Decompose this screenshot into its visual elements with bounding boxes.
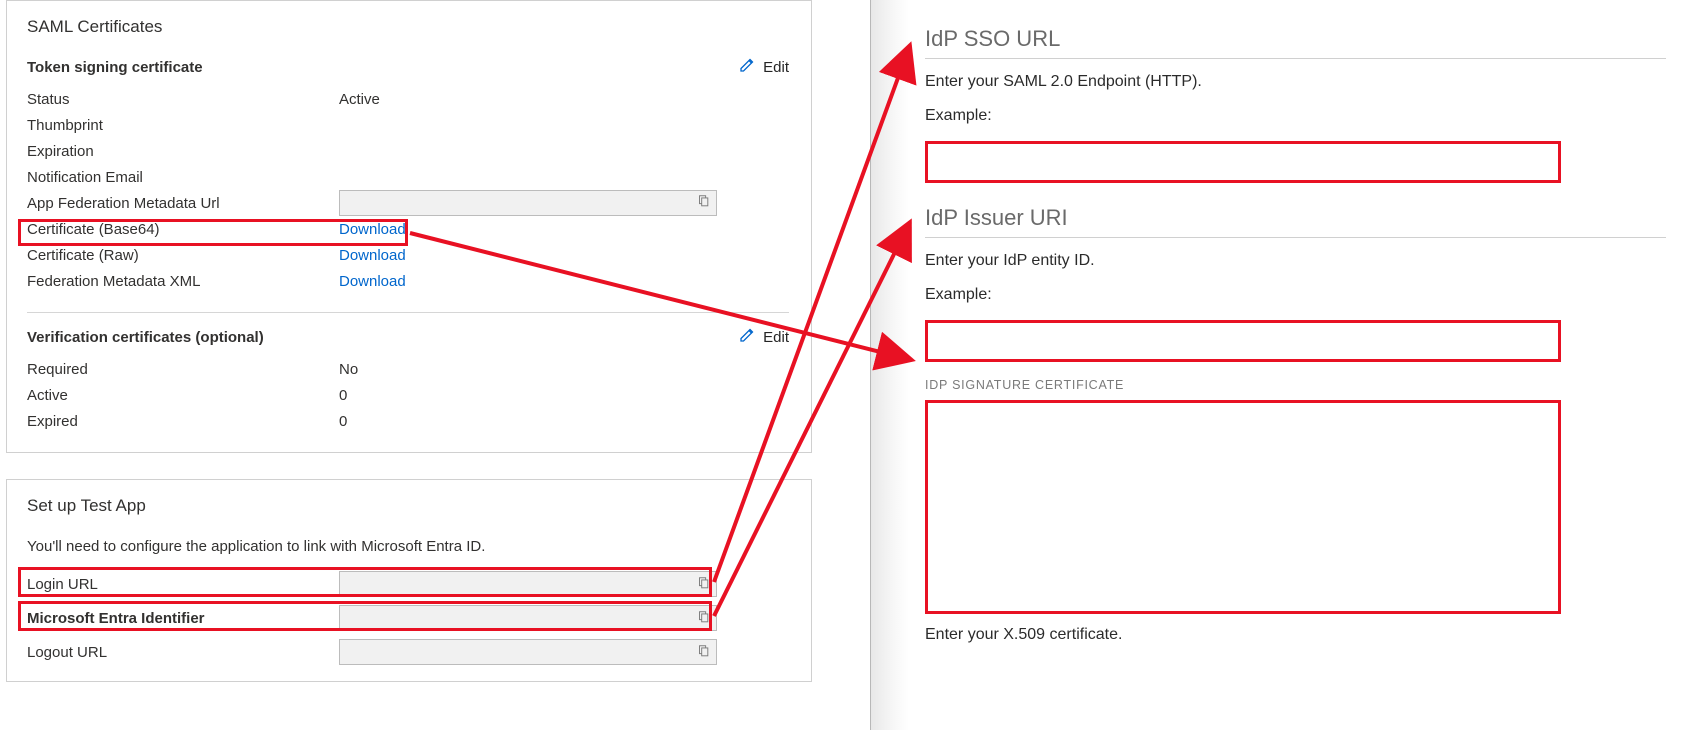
edit-button-verification[interactable]: Edit [739,327,789,347]
copy-icon [696,194,710,212]
divider [925,237,1666,238]
setup-title: Set up Test App [27,496,789,516]
setup-desc: You'll need to configure the application… [27,538,789,555]
idp-signature-cert-label: IDP SIGNATURE CERTIFICATE [925,378,1666,392]
row-login-url: Login URL [27,569,789,599]
row-active: Active 0 [27,382,789,408]
idp-sso-url-desc: Enter your SAML 2.0 Endpoint (HTTP). [925,73,1666,91]
example-label-2: Example: [925,286,1666,304]
login-url-field[interactable] [339,571,717,597]
row-entra-identifier: Microsoft Entra Identifier [27,603,789,633]
active-value: 0 [339,387,789,404]
right-content: IdP SSO URL Enter your SAML 2.0 Endpoint… [925,18,1666,660]
verification-heading: Verification certificates (optional) [27,329,789,346]
verification-section: Verification certificates (optional) Edi… [27,329,789,346]
expired-value: 0 [339,413,789,430]
saml-title: SAML Certificates [27,17,789,37]
left-column: SAML Certificates Token signing certific… [6,0,812,708]
copy-icon [696,610,710,627]
divider [925,58,1666,59]
notification-label: Notification Email [27,169,339,186]
right-pane: IdP SSO URL Enter your SAML 2.0 Endpoint… [870,0,1684,730]
idp-signature-cert-textarea[interactable] [925,400,1561,614]
row-cert-base64: Certificate (Base64) Download [27,216,789,242]
fed-xml-label: Federation Metadata XML [27,273,339,290]
edit-label: Edit [763,329,789,346]
row-metadata-url: App Federation Metadata Url [27,190,789,216]
expired-label: Expired [27,413,339,430]
copy-icon [696,644,710,661]
idp-sso-url-heading: IdP SSO URL [925,26,1666,52]
row-expiration: Expiration [27,138,789,164]
idp-sso-url-input[interactable] [925,141,1561,183]
right-gutter [871,0,909,730]
edit-label: Edit [763,59,789,76]
thumbprint-label: Thumbprint [27,117,339,134]
required-label: Required [27,361,339,378]
required-value: No [339,361,789,378]
pencil-icon [739,57,755,77]
row-required: Required No [27,356,789,382]
divider [27,312,789,313]
entra-identifier-label: Microsoft Entra Identifier [27,610,339,627]
download-link-raw[interactable]: Download [339,247,406,264]
login-url-label: Login URL [27,576,339,593]
download-link-fed-xml[interactable]: Download [339,273,406,290]
download-link-base64[interactable]: Download [339,221,406,238]
verify-kv-grid: Required No Active 0 Expired 0 [27,356,789,434]
copy-icon [696,576,710,593]
metadata-url-label: App Federation Metadata Url [27,195,339,212]
entra-identifier-field[interactable] [339,605,717,631]
edit-button-token[interactable]: Edit [739,57,789,77]
logout-url-field[interactable] [339,639,717,665]
saml-certificates-card: SAML Certificates Token signing certific… [6,0,812,453]
row-fed-xml: Federation Metadata XML Download [27,268,789,294]
token-kv-grid: Status Active Thumbprint Expiration Noti… [27,86,789,294]
row-cert-raw: Certificate (Raw) Download [27,242,789,268]
idp-issuer-uri-desc: Enter your IdP entity ID. [925,252,1666,270]
cert-raw-label: Certificate (Raw) [27,247,339,264]
status-label: Status [27,91,339,108]
metadata-url-field[interactable] [339,190,717,216]
token-signing-heading: Token signing certificate [27,59,789,76]
status-value: Active [339,91,789,108]
pencil-icon [739,327,755,347]
row-status: Status Active [27,86,789,112]
token-signing-section: Token signing certificate Edit [27,59,789,76]
row-expired: Expired 0 [27,408,789,434]
metadata-url-value [339,190,789,216]
setup-card: Set up Test App You'll need to configure… [6,479,812,682]
idp-issuer-uri-heading: IdP Issuer URI [925,205,1666,231]
row-logout-url: Logout URL [27,637,789,667]
expiration-label: Expiration [27,143,339,160]
logout-url-label: Logout URL [27,644,339,661]
example-label-1: Example: [925,107,1666,125]
cert-base64-label: Certificate (Base64) [27,221,339,238]
row-thumbprint: Thumbprint [27,112,789,138]
active-label: Active [27,387,339,404]
row-notification: Notification Email [27,164,789,190]
idp-issuer-uri-input[interactable] [925,320,1561,362]
idp-signature-cert-desc: Enter your X.509 certificate. [925,626,1666,644]
